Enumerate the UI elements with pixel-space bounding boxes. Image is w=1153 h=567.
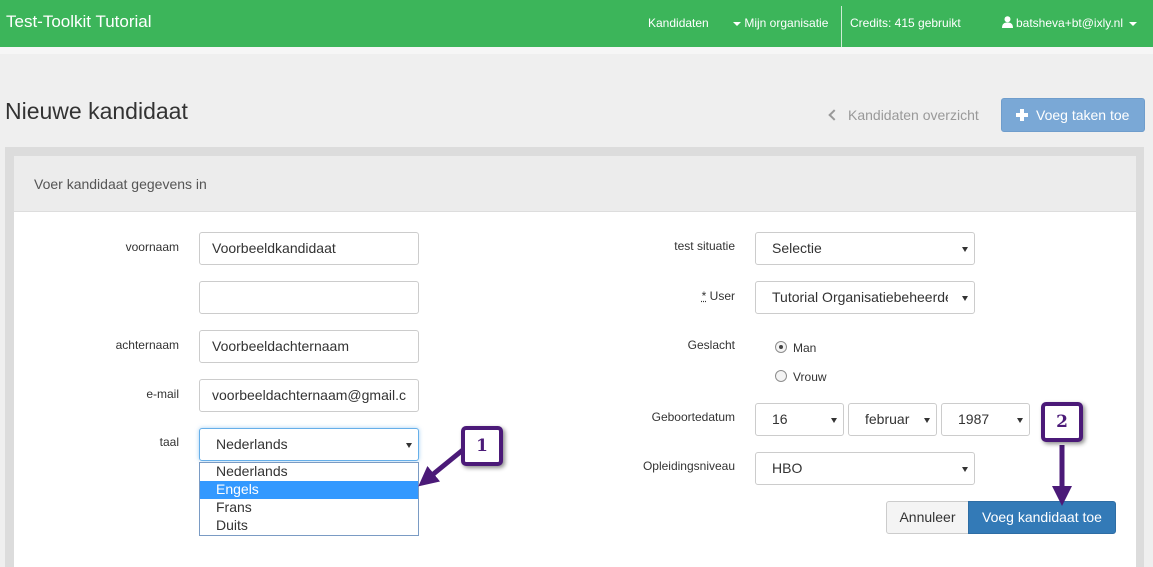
- taal-option-frans[interactable]: Frans: [200, 499, 418, 517]
- taal-dropdown-list: Nederlands Engels Frans Duits: [199, 462, 419, 536]
- voornaam-label: voornaam: [125, 240, 179, 254]
- radio-unchecked-icon[interactable]: [775, 370, 787, 382]
- voornaam-input[interactable]: Voorbeeldkandidaat: [199, 232, 419, 265]
- kandidaten-overzicht-link[interactable]: Kandidaten overzicht: [828, 107, 979, 123]
- step-2-callout: 2: [1041, 402, 1083, 442]
- geslacht-label: Geslacht: [687, 338, 735, 352]
- nav-mijn-organisatie-label: Mijn organisatie: [744, 16, 829, 30]
- user-label-text: User: [709, 289, 735, 303]
- top-navbar: Test-Toolkit Tutorial Kandidaten Mijn or…: [0, 0, 1153, 47]
- page-title: Nieuwe kandidaat: [5, 98, 188, 124]
- geslacht-man-label: Man: [793, 341, 817, 355]
- plus-icon: [1016, 109, 1028, 121]
- test-situatie-value: Selectie: [772, 240, 822, 256]
- geslacht-radio-man[interactable]: Man: [775, 341, 816, 355]
- required-marker: *: [701, 289, 707, 303]
- taal-option-engels[interactable]: Engels: [200, 481, 418, 499]
- achternaam-label: achternaam: [115, 338, 179, 352]
- dag-value: 16: [772, 411, 788, 427]
- opleidingsniveau-select[interactable]: HBO: [755, 452, 975, 485]
- taal-selected-value: Nederlands: [216, 436, 288, 452]
- geboortedatum-label: Geboortedatum: [651, 410, 735, 424]
- taal-option-duits[interactable]: Duits: [200, 517, 418, 535]
- back-link-label: Kandidaten overzicht: [848, 107, 979, 123]
- nav-mijn-organisatie[interactable]: Mijn organisatie: [733, 16, 828, 30]
- voeg-kandidaat-toe-button[interactable]: Voeg kandidaat toe: [968, 501, 1116, 534]
- panel-heading-text: Voer kandidaat gegevens in: [34, 176, 207, 192]
- taal-option-nederlands[interactable]: Nederlands: [200, 463, 418, 481]
- jaar-value: 1987: [958, 411, 990, 427]
- opleiding-value: HBO: [772, 460, 803, 476]
- app-brand[interactable]: Test-Toolkit Tutorial: [6, 12, 152, 32]
- nav-kandidaten[interactable]: Kandidaten: [648, 16, 709, 30]
- maand-value: februari: [865, 411, 910, 427]
- caret-down-icon: [1129, 21, 1138, 26]
- geslacht-vrouw-label: Vrouw: [793, 370, 827, 384]
- navbar-strip: [0, 47, 1153, 54]
- email-input[interactable]: voorbeeldachternaam@gmail.c: [199, 379, 419, 412]
- annuleer-button[interactable]: Annuleer: [886, 501, 969, 534]
- opleidingsniveau-label: Opleidingsniveau: [642, 459, 735, 473]
- taal-label: taal: [159, 435, 179, 449]
- voeg-taken-toe-label: Voeg taken toe: [1036, 107, 1130, 123]
- email-label: e-mail: [146, 387, 179, 401]
- test-situatie-label: test situatie: [674, 239, 735, 253]
- voeg-taken-toe-button[interactable]: Voeg taken toe: [1001, 98, 1145, 132]
- taal-select[interactable]: Nederlands: [199, 428, 419, 461]
- user-select-value: Tutorial Organisatiebeheerder: [772, 289, 948, 305]
- credits-text: Credits: 415 gebruikt: [850, 16, 961, 30]
- user-icon: [1002, 16, 1013, 28]
- tussenvoegsel-input[interactable]: [199, 281, 419, 314]
- nav-user-menu[interactable]: batsheva+bt@ixly.nl: [1002, 16, 1138, 30]
- caret-down-icon: [733, 21, 741, 26]
- user-select[interactable]: Tutorial Organisatiebeheerder: [755, 281, 975, 314]
- step-1-callout: 1: [461, 426, 503, 466]
- geboortedatum-dag-select[interactable]: 16: [755, 403, 844, 436]
- geslacht-radio-vrouw[interactable]: Vrouw: [775, 370, 827, 384]
- geboortedatum-jaar-select[interactable]: 1987: [941, 403, 1030, 436]
- test-situatie-select[interactable]: Selectie: [755, 232, 975, 265]
- nav-divider: [841, 6, 842, 47]
- achternaam-input[interactable]: Voorbeeldachternaam: [199, 330, 419, 363]
- geboortedatum-maand-select[interactable]: februari: [848, 403, 937, 436]
- user-label: * User: [575, 289, 735, 303]
- radio-checked-icon[interactable]: [775, 341, 787, 353]
- panel-heading: Voer kandidaat gegevens in: [14, 156, 1136, 212]
- chevron-left-icon: [828, 109, 840, 121]
- nav-user-email: batsheva+bt@ixly.nl: [1016, 16, 1124, 30]
